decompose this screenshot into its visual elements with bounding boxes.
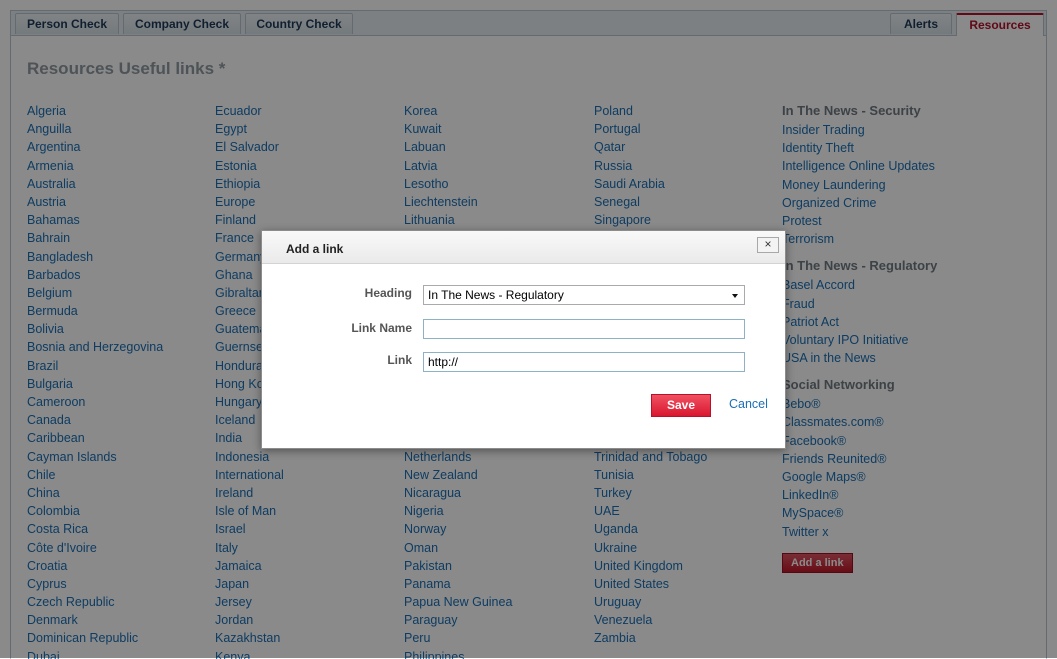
link-label: Link bbox=[387, 353, 412, 367]
heading-select[interactable]: In The News - Regulatory bbox=[423, 285, 745, 305]
link-name-input[interactable] bbox=[423, 319, 745, 339]
heading-label: Heading bbox=[364, 286, 412, 300]
add-link-dialog: Add a link × Heading In The News - Regul… bbox=[261, 230, 786, 449]
cancel-button[interactable]: Cancel bbox=[729, 397, 768, 411]
dialog-header: Add a link × bbox=[262, 231, 785, 264]
dialog-title: Add a link bbox=[286, 242, 344, 256]
link-name-label: Link Name bbox=[351, 321, 412, 335]
heading-select-value: In The News - Regulatory bbox=[428, 288, 564, 302]
save-button[interactable]: Save bbox=[651, 394, 711, 417]
close-icon[interactable]: × bbox=[757, 237, 779, 253]
link-url-input[interactable] bbox=[423, 352, 745, 372]
chevron-down-icon bbox=[732, 294, 738, 298]
